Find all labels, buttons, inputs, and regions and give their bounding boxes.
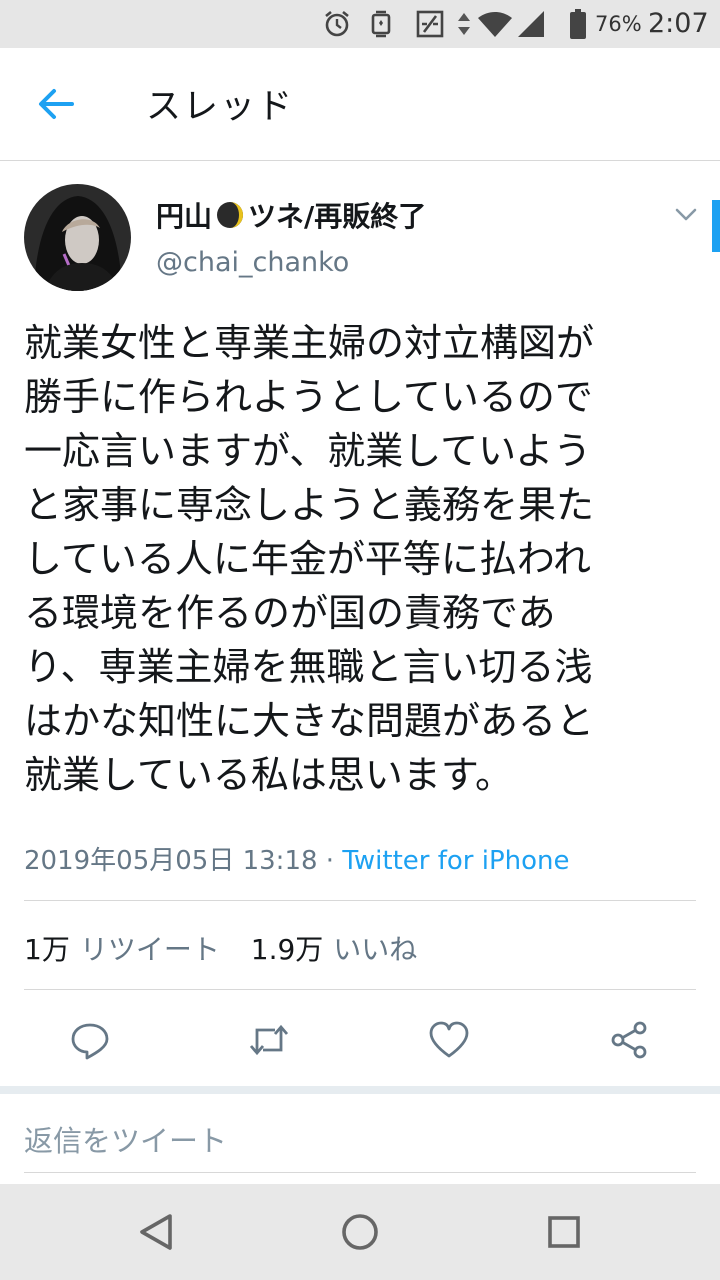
retweet-icon: [249, 1024, 289, 1056]
retweet-label: リツイート: [79, 933, 220, 966]
tweet-stats: 1万 リツイート 1.9万 いいね: [24, 928, 417, 968]
like-stat[interactable]: 1.9万 いいね: [251, 933, 418, 966]
tweet-text: 就業女性と専業主婦の対立構図が 勝手に作られようとしているので 一応言いますが、…: [24, 321, 595, 797]
section-separator: [0, 1086, 720, 1094]
reply-icon: [71, 1023, 109, 1060]
like-icon: [429, 1021, 469, 1058]
reply-input[interactable]: [24, 1110, 696, 1173]
chevron-down-icon: [675, 208, 697, 221]
share-button[interactable]: [601, 1012, 657, 1068]
display-name[interactable]: 円山 ツネ/再販終了: [156, 195, 426, 235]
retweet-button[interactable]: [241, 1012, 297, 1068]
user-handle[interactable]: @chai_chanko: [156, 247, 349, 278]
back-button[interactable]: [30, 82, 82, 126]
battery-percent: 76%: [595, 12, 642, 36]
timestamp: 2019年05月05日 13:18: [24, 846, 318, 876]
clock: 2:07: [648, 8, 709, 39]
divider: [24, 989, 696, 990]
data-arrows-icon: [454, 0, 474, 48]
alarm-icon: [320, 0, 354, 48]
navigation-bar: [0, 1184, 720, 1280]
nav-recents-button[interactable]: [536, 1204, 592, 1260]
vibrate-icon: [364, 0, 398, 48]
back-triangle-icon: [140, 1214, 172, 1250]
share-icon: [611, 1021, 647, 1059]
display-name-prefix: 円山: [156, 200, 213, 233]
wifi-icon: [476, 0, 514, 48]
source-link[interactable]: Twitter for iPhone: [342, 846, 569, 876]
crescent-moon-icon: [215, 200, 245, 230]
data-saver-icon: [412, 0, 448, 48]
reply-button[interactable]: [62, 1012, 118, 1068]
signal-icon: [514, 0, 548, 48]
recents-square-icon: [548, 1216, 580, 1248]
nav-back-button[interactable]: [128, 1204, 184, 1260]
retweet-count: 1万: [24, 933, 70, 966]
like-label: いいね: [333, 933, 418, 966]
app-bar: スレッド: [0, 48, 720, 161]
scroll-indicator: [712, 200, 720, 252]
tweet-meta: 2019年05月05日 13:18 · Twitter for iPhone: [24, 840, 570, 877]
display-name-suffix: ツネ/再販終了: [248, 200, 427, 233]
meta-separator: ·: [325, 846, 335, 876]
nav-home-button[interactable]: [332, 1204, 388, 1260]
like-button[interactable]: [421, 1012, 477, 1068]
home-circle-icon: [342, 1214, 378, 1250]
battery-icon: [566, 0, 590, 48]
arrow-left-icon: [39, 89, 74, 119]
page-title: スレッド: [146, 87, 295, 127]
retweet-stat[interactable]: 1万 リツイート: [24, 933, 220, 966]
status-bar: 76% 2:07: [0, 0, 720, 48]
like-count: 1.9万: [250, 933, 324, 966]
divider: [24, 900, 696, 901]
tweet-menu-button[interactable]: [670, 198, 702, 230]
avatar[interactable]: [24, 184, 131, 291]
